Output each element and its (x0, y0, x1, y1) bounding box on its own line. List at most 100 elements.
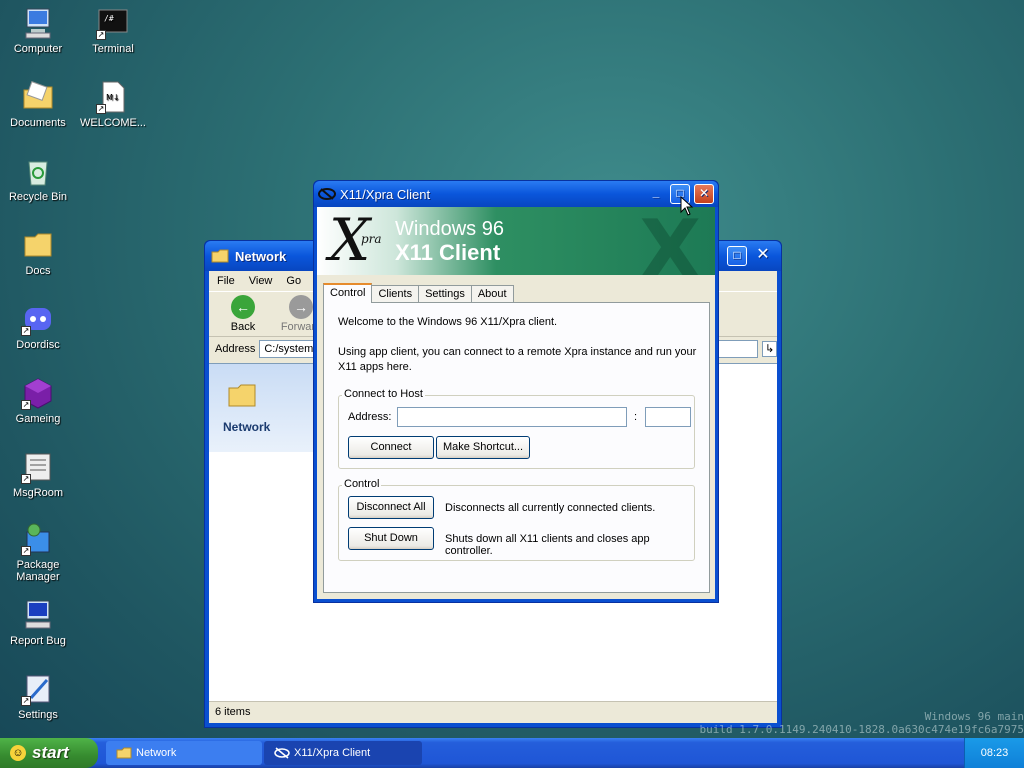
tab-control[interactable]: Control (323, 283, 373, 303)
folder-icon (21, 228, 55, 262)
taskbar-item-label: X11/Xpra Client (294, 747, 371, 759)
host-address-input[interactable] (397, 407, 627, 427)
menu-view[interactable]: View (249, 275, 273, 287)
host-address-label: Address: (348, 411, 392, 423)
desktop-icon-label: Docs (25, 265, 51, 277)
desktop-icon-gameing[interactable]: ↗ Gameing (0, 376, 76, 425)
desktop-icon-label: MsgRoom (12, 487, 64, 499)
xpra-logo-sub: pra (361, 232, 382, 246)
desktop-icon-label: Report Bug (10, 635, 66, 647)
desktop-icon-terminal[interactable]: /# ↗ Terminal (75, 6, 151, 55)
smiley-icon: ☺ (10, 745, 26, 761)
tab-clients[interactable]: Clients (371, 285, 420, 303)
forward-arrow-icon: → (289, 295, 313, 319)
start-button[interactable]: ☺ start (0, 738, 98, 768)
address-label: Address (215, 343, 256, 355)
network-close-button[interactable]: ✕ (753, 246, 773, 266)
connect-button[interactable]: Connect (348, 436, 434, 459)
desktop-icon-label: WELCOME... (79, 117, 146, 129)
disconnect-all-button[interactable]: Disconnect All (348, 496, 434, 519)
network-maximize-button[interactable]: □ (727, 246, 747, 266)
taskbar: ☺ start Network X11/Xpra Client 08:23 (0, 738, 1024, 768)
menu-file[interactable]: File (217, 275, 235, 287)
package-manager-icon: ↗ (21, 522, 55, 556)
xpra-client-window[interactable]: X11/Xpra Client _ □ ✕ X X pra Windows 96… (313, 180, 719, 603)
desktop-icon-label: Package Manager (16, 559, 60, 583)
watermark-line2: build 1.7.0.1149.240410-1828.0a630c474e1… (699, 723, 1024, 736)
shortcut-arrow-icon: ↗ (21, 696, 31, 706)
desktop-icon-label: Settings (18, 709, 58, 721)
svg-text:/#: /# (104, 14, 114, 23)
xpra-x-icon (318, 188, 336, 200)
network-title: Network (235, 248, 287, 264)
xpra-banner: X X pra Windows 96 X11 Client (317, 207, 715, 275)
desktop-icon-label: Doordisc (16, 339, 60, 351)
tab-about[interactable]: About (470, 285, 514, 303)
xpra-title: X11/Xpra Client (340, 186, 431, 202)
shortcut-arrow-icon: ↗ (21, 326, 31, 336)
desktop-icon-label: Terminal (92, 43, 134, 55)
recycle-bin-icon (21, 154, 55, 188)
back-button[interactable]: ← Back (221, 295, 265, 333)
xpra-x-icon (274, 747, 290, 759)
desktop-icon-docs[interactable]: Docs (0, 228, 76, 277)
desktop-icon-doordisc[interactable]: ↗ Doordisc (0, 302, 76, 351)
markdown-file-icon: M↓ ↗ (96, 80, 130, 114)
desktop-icon-computer[interactable]: Computer (0, 6, 76, 55)
xpra-titlebar[interactable]: X11/Xpra Client _ □ ✕ (314, 181, 718, 207)
desktop-icon-label: Documents (10, 117, 66, 129)
doordisc-icon: ↗ (21, 302, 55, 336)
port-separator: : (634, 411, 638, 423)
folder-icon (228, 384, 256, 407)
go-arrow-icon[interactable]: ↳ (762, 341, 777, 357)
xpra-tabs: Control Clients Settings About (323, 283, 514, 303)
desktop-icon-report-bug[interactable]: Report Bug (0, 598, 76, 647)
desktop-icon-settings[interactable]: ↗ Settings (0, 672, 76, 721)
banner-watermark-x-icon: X (639, 207, 701, 275)
intro-text: Using app client, you can connect to a r… (338, 346, 697, 373)
system-tray: 08:23 (964, 738, 1024, 768)
connect-groupbox: Connect to Host Address: : Connect Make … (338, 388, 695, 469)
desktop-icon-label: Gameing (15, 413, 61, 425)
shortcut-arrow-icon: ↗ (21, 546, 31, 556)
back-label: Back (230, 321, 256, 333)
documents-folder-icon (21, 80, 55, 114)
desktop-icon-label: Computer (13, 43, 63, 55)
xpra-close-button[interactable]: ✕ (694, 184, 714, 204)
taskbar-item-xpra[interactable]: X11/Xpra Client (264, 741, 422, 765)
control-panel: Welcome to the Windows 96 X11/Xpra clien… (323, 302, 710, 593)
desktop-icon-recycle-bin[interactable]: Recycle Bin (0, 154, 76, 203)
desktop-icon-msgroom[interactable]: ↗ MsgRoom (0, 450, 76, 499)
computer-icon (21, 6, 55, 40)
game-cube-icon: ↗ (21, 376, 55, 410)
tab-settings[interactable]: Settings (418, 285, 472, 303)
taskbar-item-label: Network (136, 747, 177, 759)
watermark-line1: Windows 96 main (924, 710, 1024, 723)
shortcut-arrow-icon: ↗ (21, 400, 31, 410)
terminal-icon: /# ↗ (96, 6, 130, 40)
control-groupbox: Control Disconnect All Disconnects all c… (338, 478, 695, 561)
shortcut-arrow-icon: ↗ (21, 474, 31, 484)
status-item-count: 6 items (215, 706, 251, 718)
port-input[interactable] (645, 407, 691, 427)
desktop-icon-documents[interactable]: Documents (0, 80, 76, 129)
menu-go[interactable]: Go (286, 275, 301, 287)
make-shortcut-button[interactable]: Make Shortcut... (436, 436, 530, 459)
shut-down-button[interactable]: Shut Down (348, 527, 434, 550)
xpra-minimize-button[interactable]: _ (646, 184, 666, 204)
shutdown-description: Shuts down all X11 clients and closes ap… (445, 533, 650, 557)
welcome-text: Welcome to the Windows 96 X11/Xpra clien… (338, 316, 558, 328)
settings-icon: ↗ (21, 672, 55, 706)
taskbar-item-network[interactable]: Network (106, 741, 262, 765)
desktop-icon-package-manager[interactable]: ↗ Package Manager (0, 522, 76, 583)
shortcut-arrow-icon: ↗ (96, 104, 106, 114)
control-group-legend: Control (342, 478, 382, 490)
build-watermark: Windows 96 main build 1.7.0.1149.240410-… (600, 710, 1024, 736)
svg-text:M↓: M↓ (106, 93, 120, 102)
banner-line2: X11 Client (395, 240, 501, 265)
start-label: start (32, 743, 69, 762)
back-arrow-icon: ← (231, 295, 255, 319)
clock[interactable]: 08:23 (981, 747, 1009, 759)
disconnect-description: Disconnects all currently connected clie… (445, 502, 656, 514)
desktop-icon-welcome[interactable]: M↓ ↗ WELCOME... (75, 80, 151, 129)
